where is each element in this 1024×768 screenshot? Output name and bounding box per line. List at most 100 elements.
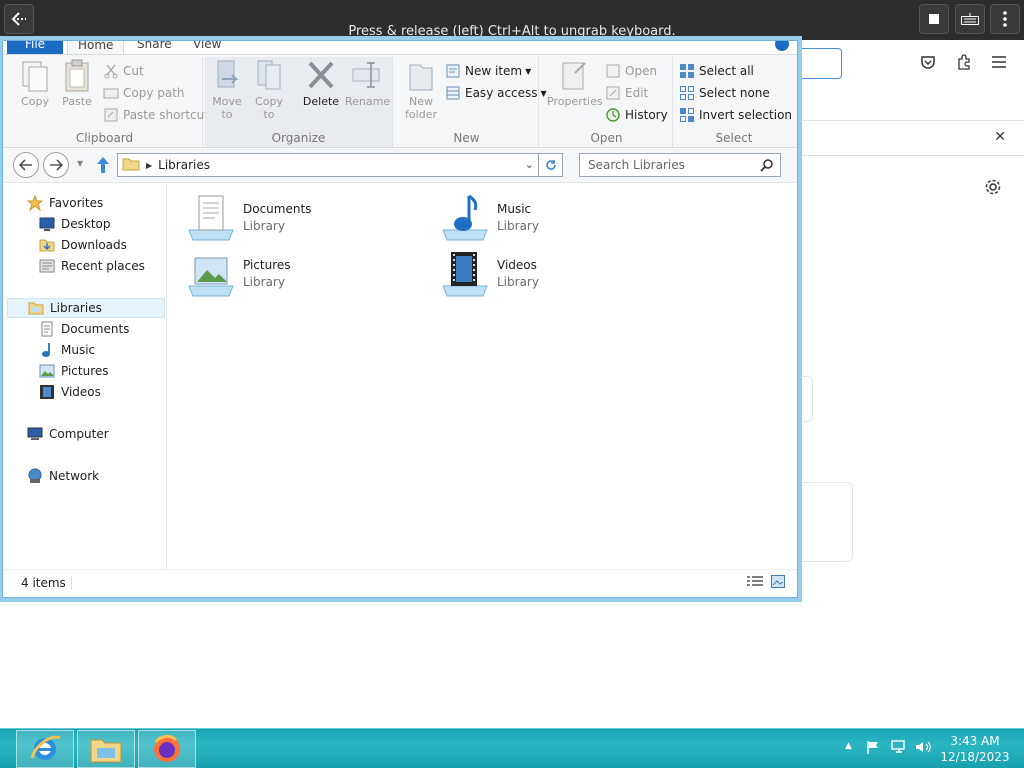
paste-button[interactable]: Paste bbox=[57, 59, 97, 108]
music-library-icon bbox=[441, 194, 491, 244]
stop-icon[interactable] bbox=[919, 4, 949, 34]
edit-button[interactable]: Edit bbox=[605, 83, 648, 103]
flag-icon[interactable] bbox=[866, 740, 880, 757]
network-icon bbox=[27, 468, 43, 484]
library-name: Pictures bbox=[243, 258, 291, 272]
nav-documents[interactable]: Documents bbox=[39, 319, 129, 339]
status-divider bbox=[71, 576, 72, 590]
recent-locations-chevron-icon[interactable]: ▼ bbox=[77, 159, 83, 168]
library-documents[interactable]: Documents Library bbox=[187, 192, 427, 244]
library-music[interactable]: Music Library bbox=[441, 192, 681, 244]
firefox-icon bbox=[154, 734, 180, 762]
back-button[interactable] bbox=[13, 152, 39, 178]
select-none-icon bbox=[679, 85, 695, 101]
address-bar[interactable]: ▶ Libraries ⌄ bbox=[117, 153, 563, 177]
library-name: Videos bbox=[497, 258, 537, 272]
search-icon[interactable] bbox=[760, 158, 774, 175]
internet-explorer-icon bbox=[30, 735, 61, 760]
new-folder-button[interactable]: New folder bbox=[401, 59, 441, 121]
nav-music[interactable]: Music bbox=[39, 340, 95, 360]
organize-group-label: Organize bbox=[271, 131, 326, 145]
history-button[interactable]: History bbox=[605, 105, 668, 125]
copy-button[interactable]: Copy bbox=[15, 59, 55, 108]
rename-button[interactable]: Rename bbox=[345, 59, 390, 108]
tab-view[interactable]: View bbox=[183, 41, 231, 54]
menu-icon[interactable] bbox=[992, 54, 1006, 72]
pocket-icon[interactable] bbox=[920, 54, 936, 74]
clipboard-group: Copy Paste Cut Copy path Paste shortcut … bbox=[7, 57, 209, 147]
library-pictures[interactable]: Pictures Library bbox=[187, 248, 427, 300]
nav-network[interactable]: Network bbox=[27, 466, 99, 486]
help-icon[interactable] bbox=[775, 41, 789, 51]
up-arrow-icon[interactable] bbox=[95, 156, 111, 177]
details-view-icon[interactable] bbox=[747, 576, 763, 591]
search-input[interactable]: Search Libraries bbox=[579, 153, 781, 177]
clock-date: 12/18/2023 bbox=[940, 750, 1010, 764]
nav-recent-places[interactable]: Recent places bbox=[39, 256, 145, 276]
ribbon-tabs: File Home Share View ^ bbox=[3, 41, 797, 55]
address-dropdown-icon[interactable]: ⌄ bbox=[525, 158, 534, 171]
new-item-button[interactable]: New item ▼ bbox=[445, 61, 531, 81]
invert-selection-button[interactable]: Invert selection bbox=[679, 105, 792, 125]
library-type: Library bbox=[497, 219, 539, 233]
tab-share[interactable]: Share bbox=[127, 41, 182, 54]
gear-icon[interactable] bbox=[984, 178, 1002, 200]
tab-home[interactable]: Home bbox=[67, 41, 125, 54]
nav-downloads[interactable]: Downloads bbox=[39, 235, 127, 255]
network-status-icon[interactable] bbox=[891, 740, 907, 757]
select-all-button[interactable]: Select all bbox=[679, 61, 754, 81]
clock[interactable]: 3:43 AM 12/18/2023 bbox=[940, 733, 1010, 765]
select-group-label: Select bbox=[715, 131, 753, 145]
library-videos[interactable]: Videos Library bbox=[441, 248, 681, 300]
nav-documents-label: Documents bbox=[61, 322, 130, 336]
move-to-button[interactable]: Move to bbox=[207, 59, 247, 121]
nav-pictures[interactable]: Pictures bbox=[39, 361, 109, 381]
more-vertical-icon[interactable] bbox=[990, 4, 1020, 34]
page-card bbox=[797, 376, 813, 422]
delete-label: Delete bbox=[302, 95, 340, 108]
copy-icon bbox=[20, 59, 50, 93]
nav-desktop[interactable]: Desktop bbox=[39, 214, 111, 234]
firefox-button[interactable] bbox=[138, 730, 196, 768]
close-icon[interactable]: ✕ bbox=[994, 129, 1006, 145]
open-button[interactable]: Open bbox=[605, 61, 657, 81]
nav-videos[interactable]: Videos bbox=[39, 382, 101, 402]
large-icons-view-icon[interactable] bbox=[771, 575, 785, 591]
library-type: Library bbox=[243, 275, 285, 289]
open-group: Properties Open Edit History Open bbox=[541, 57, 673, 147]
file-explorer-button[interactable] bbox=[77, 730, 135, 768]
nav-libraries[interactable]: Libraries bbox=[7, 298, 165, 318]
minimize-ribbon-icon[interactable]: ^ bbox=[753, 41, 764, 50]
pictures-library-icon bbox=[187, 250, 237, 300]
delete-button[interactable]: Delete bbox=[301, 59, 341, 108]
rename-icon bbox=[351, 59, 381, 93]
extensions-icon[interactable] bbox=[956, 54, 972, 74]
open-icon bbox=[605, 63, 621, 79]
breadcrumb-libraries[interactable]: Libraries bbox=[158, 158, 210, 172]
breadcrumb-arrow-icon[interactable]: ▶ bbox=[146, 161, 152, 170]
invert-selection-label: Invert selection bbox=[699, 108, 793, 122]
copy-path-icon bbox=[103, 85, 119, 101]
keyboard-icon[interactable] bbox=[955, 4, 985, 34]
nav-computer[interactable]: Computer bbox=[27, 424, 109, 444]
paste-shortcut-button[interactable]: Paste shortcut bbox=[103, 105, 209, 125]
cut-button[interactable]: Cut bbox=[103, 61, 144, 81]
refresh-icon[interactable] bbox=[538, 154, 562, 176]
copy-path-button[interactable]: Copy path bbox=[103, 83, 185, 103]
history-icon bbox=[605, 107, 621, 123]
libraries-icon bbox=[28, 300, 44, 316]
forward-button[interactable] bbox=[43, 152, 69, 178]
internet-explorer-button[interactable] bbox=[16, 730, 74, 768]
new-folder-label: New folder bbox=[405, 95, 437, 121]
easy-access-label: Easy access bbox=[465, 86, 538, 100]
properties-label: Properties bbox=[547, 95, 603, 108]
nav-libraries-label: Libraries bbox=[50, 301, 102, 315]
tab-file[interactable]: File bbox=[7, 41, 63, 54]
volume-icon[interactable] bbox=[915, 740, 931, 757]
properties-button[interactable]: Properties bbox=[547, 59, 603, 108]
show-hidden-icons-icon[interactable]: ▲ bbox=[845, 741, 852, 751]
select-none-button[interactable]: Select none bbox=[679, 83, 770, 103]
nav-favorites[interactable]: Favorites bbox=[26, 193, 103, 213]
copy-to-button[interactable]: Copy to bbox=[249, 59, 289, 121]
easy-access-button[interactable]: Easy access ▼ bbox=[445, 83, 547, 103]
